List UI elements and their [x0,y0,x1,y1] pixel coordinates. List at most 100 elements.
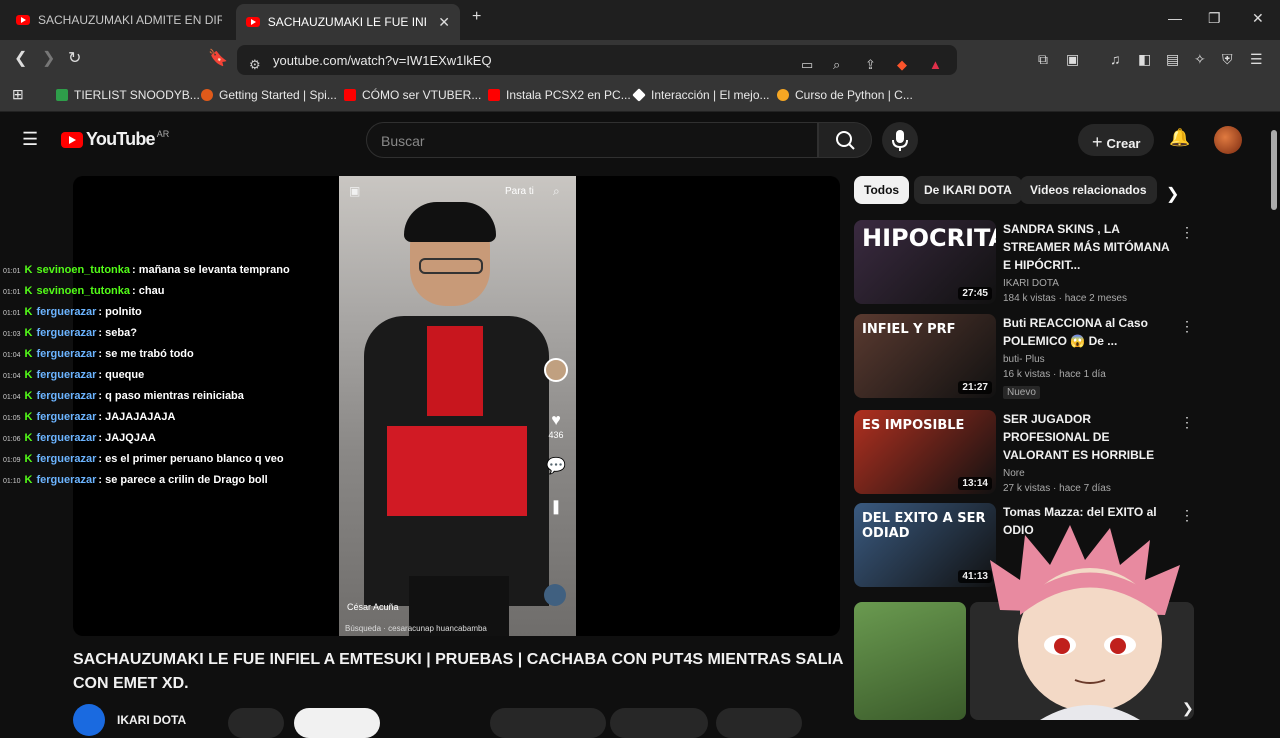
voice-search-button[interactable] [882,122,918,158]
sidebar-icon[interactable]: ◧ [1138,51,1151,68]
kick-badge-icon: K [24,390,33,402]
recommendation-meta: SER JUGADOR PROFESIONAL DE VALORANT ES H… [1003,410,1178,496]
kick-badge-icon: K [24,348,33,360]
user-avatar[interactable] [1214,126,1242,154]
bookmark-favicon-icon [777,89,789,101]
chat-message: 01:06 Kferguerazar: JAJQJAA [3,430,303,448]
more-options-icon[interactable]: ⋮ [1180,318,1194,335]
chip-related[interactable]: Videos relacionados [1020,176,1157,204]
recommendation-item[interactable]: ES IMPOSIBLE 13:14 SER JUGADOR PROFESIONAL… [854,410,1194,498]
kick-badge-icon: K [24,264,33,276]
forward-icon[interactable]: ❯ [42,48,55,68]
bookmark-favicon-icon [201,89,213,101]
create-button[interactable]: + Crear [1078,124,1154,156]
chat-text: : q paso mientras reiniciaba [98,390,244,402]
extensions-icon[interactable]: ⧉ [1038,51,1048,68]
recommendation-item[interactable]: HIPOCRITA 27:45 SANDRA SKINS , LA STREAMER… [854,220,1194,308]
apps-icon[interactable]: ⊞ [12,86,24,103]
channel-name[interactable]: IKARI DOTA [117,713,186,727]
vpn-icon[interactable]: ⛨ [1222,51,1233,68]
video-duration: 27:45 [958,287,992,300]
chat-timestamp: 01:10 [3,478,21,485]
menu-icon[interactable]: ☰ [1250,51,1263,68]
download-button[interactable] [716,708,802,738]
more-options-icon[interactable]: ⋮ [1180,414,1194,431]
chip-todos[interactable]: Todos [854,176,910,204]
new-tab-button[interactable]: + [472,8,481,26]
recommendation-thumbnail[interactable]: ES IMPOSIBLE 13:14 [854,410,996,494]
recommendation-title[interactable]: SER JUGADOR PROFESIONAL DE VALORANT ES H… [1003,410,1178,464]
like-button[interactable] [490,708,606,738]
kick-badge-icon: K [24,369,33,381]
browser-tab-2[interactable]: SACHAUZUMAKI LE FUE INFIEL A ✕ [236,4,460,40]
bookmark-item[interactable]: CÓMO ser VTUBER... [344,88,481,102]
chat-username: ferguerazar [36,348,97,360]
tiktok-like-count: 436 [548,430,564,440]
browser-tab-1[interactable]: SACHAUZUMAKI ADMITE EN DIRECT [6,4,234,36]
bookmark-item[interactable]: Curso de Python | C... [777,88,913,102]
back-icon[interactable]: ❮ [14,48,27,68]
notifications-bell-icon[interactable]: 🔔 [1169,128,1190,148]
chat-username: sevinoen_tutonka [36,264,131,276]
channel-info[interactable]: IKARI DOTA [73,704,186,736]
maximize-icon[interactable]: ❐ [1208,10,1221,27]
media-icon[interactable]: ♫ [1110,51,1121,67]
chat-timestamp: 01:03 [3,331,21,338]
recommendation-title[interactable]: SANDRA SKINS , LA STREAMER MÁS MITÓMANA … [1003,220,1178,274]
chevron-right-icon[interactable]: ❯ [1166,184,1179,204]
cast-icon[interactable]: ▭ [801,57,813,73]
recommendation-thumbnail[interactable]: INFIEL Y PRF 21:27 [854,314,996,398]
recommendation-thumbnail[interactable]: HIPOCRITA 27:45 [854,220,996,304]
tiktok-author: César Acuña [347,602,399,612]
stream-chat-overlay: 01:01 Ksevinoen_tutonka: mañana se levant… [3,262,303,493]
more-options-icon[interactable]: ⋮ [1180,224,1194,241]
channel-avatar[interactable] [73,704,105,736]
share-button[interactable] [610,708,708,738]
brave-shield-icon[interactable]: ◆ [897,57,907,73]
thumbnail-text: HIPOCRITA [862,224,996,252]
bookmark-item[interactable]: Interacción | El mejo... [632,88,770,102]
recommendation-thumbnail[interactable] [854,602,966,720]
recommendation-channel[interactable]: Nore [1003,466,1178,481]
recommendation-channel[interactable]: IKARI DOTA [1003,276,1178,291]
minimize-icon[interactable]: — [1168,10,1182,26]
bookmark-item[interactable]: Instala PCSX2 en PC... [488,88,631,102]
tiktok-search-bar: Búsqueda · cesaracunap huancabamba [345,624,487,633]
share-icon[interactable]: ⇪ [865,57,876,73]
close-window-icon[interactable]: ✕ [1252,10,1264,27]
youtube-logo[interactable]: YouTube AR [61,129,169,150]
url-field[interactable]: ⚙ youtube.com/watch?v=IW1EXw1lkEQ ▭ ⌕ ⇪ … [237,45,957,75]
leo-ai-icon[interactable]: ✧ [1194,51,1206,68]
chat-timestamp: 01:04 [3,373,21,380]
scrollbar-thumb[interactable] [1271,130,1277,210]
bookmark-icon[interactable]: 🔖 [208,48,228,68]
kick-badge-icon: K [24,453,33,465]
bookmark-item[interactable]: Getting Started | Spi... [201,88,337,102]
chip-channel[interactable]: De IKARI DOTA [914,176,1022,204]
close-tab-icon[interactable]: ✕ [438,14,450,31]
chat-message: 01:01 Ksevinoen_tutonka: chau [3,283,303,301]
thumbnail-text: ES IMPOSIBLE [862,418,965,433]
search-button[interactable] [818,122,872,158]
chat-username: ferguerazar [36,327,97,339]
bookmark-item[interactable]: TIERLIST SNOODYB... [56,88,200,102]
wallet-icon[interactable]: ▤ [1166,51,1179,68]
reload-icon[interactable]: ↻ [68,48,81,68]
recommendation-channel[interactable]: buti- Plus [1003,352,1178,367]
recommendation-thumbnail[interactable]: DEL EXITO A SER ODIAD 41:13 [854,503,996,587]
recommendation-item[interactable]: INFIEL Y PRF 21:27 Buti REACCIONA al Caso … [854,314,1194,402]
bookmarks-bar: ⊞ TIERLIST SNOODYB... Getting Started | … [0,80,1280,112]
chat-timestamp: 01:01 [3,268,21,275]
subscribe-button[interactable] [294,708,380,738]
hamburger-menu-icon[interactable]: ☰ [22,129,38,150]
chat-timestamp: 01:01 [3,310,21,317]
plus-icon: + [1092,132,1103,152]
search-input[interactable]: Buscar [366,122,818,158]
page-scrollbar[interactable] [1268,112,1280,720]
brave-rewards-icon[interactable]: ▲ [929,57,942,72]
join-button[interactable] [228,708,284,738]
reader-icon[interactable]: ▣ [1066,51,1079,68]
site-info-icon[interactable]: ⚙ [249,57,261,73]
recommendation-title[interactable]: Buti REACCIONA al Caso POLEMICO 😱 De ... [1003,314,1178,350]
zoom-icon[interactable]: ⌕ [833,57,840,73]
